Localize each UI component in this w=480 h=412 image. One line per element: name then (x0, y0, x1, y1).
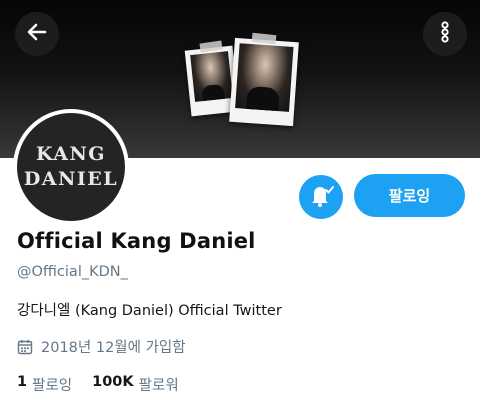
user-handle: @Official_KDN_ (17, 264, 128, 280)
calendar-icon (17, 339, 33, 355)
banner-photo-right (229, 37, 299, 127)
joined-date-text: 2018년 12월에 가입함 (41, 340, 186, 356)
avatar-logo: KANG DANIEL (17, 113, 125, 221)
following-count: 1 (17, 374, 28, 390)
notifications-button[interactable] (299, 175, 343, 219)
bio-text: 강다니엘 (Kang Daniel) Official Twitter (17, 303, 282, 319)
more-options-button[interactable] (423, 12, 467, 56)
bell-check-icon (306, 180, 336, 214)
display-name: Official Kang Daniel (17, 229, 256, 253)
joined-date: 2018년 12월에 가입함 (17, 336, 186, 357)
following-label: 팔로잉 (32, 378, 73, 394)
followers-stat[interactable]: 100K 팔로워 (92, 374, 179, 395)
more-vertical-icon (433, 20, 457, 48)
profile-stats: 1 팔로잉 100K 팔로워 (17, 374, 179, 395)
arrow-left-icon (25, 20, 49, 48)
followers-count: 100K (92, 374, 134, 390)
following-stat[interactable]: 1 팔로잉 (17, 374, 72, 395)
back-button[interactable] (15, 12, 59, 56)
avatar[interactable]: KANG DANIEL (13, 109, 129, 225)
avatar-logo-line1: KANG (35, 143, 107, 165)
following-button[interactable]: 팔로잉 (354, 174, 465, 217)
followers-label: 팔로워 (138, 378, 179, 394)
avatar-logo-line2: DANIEL (23, 168, 119, 190)
